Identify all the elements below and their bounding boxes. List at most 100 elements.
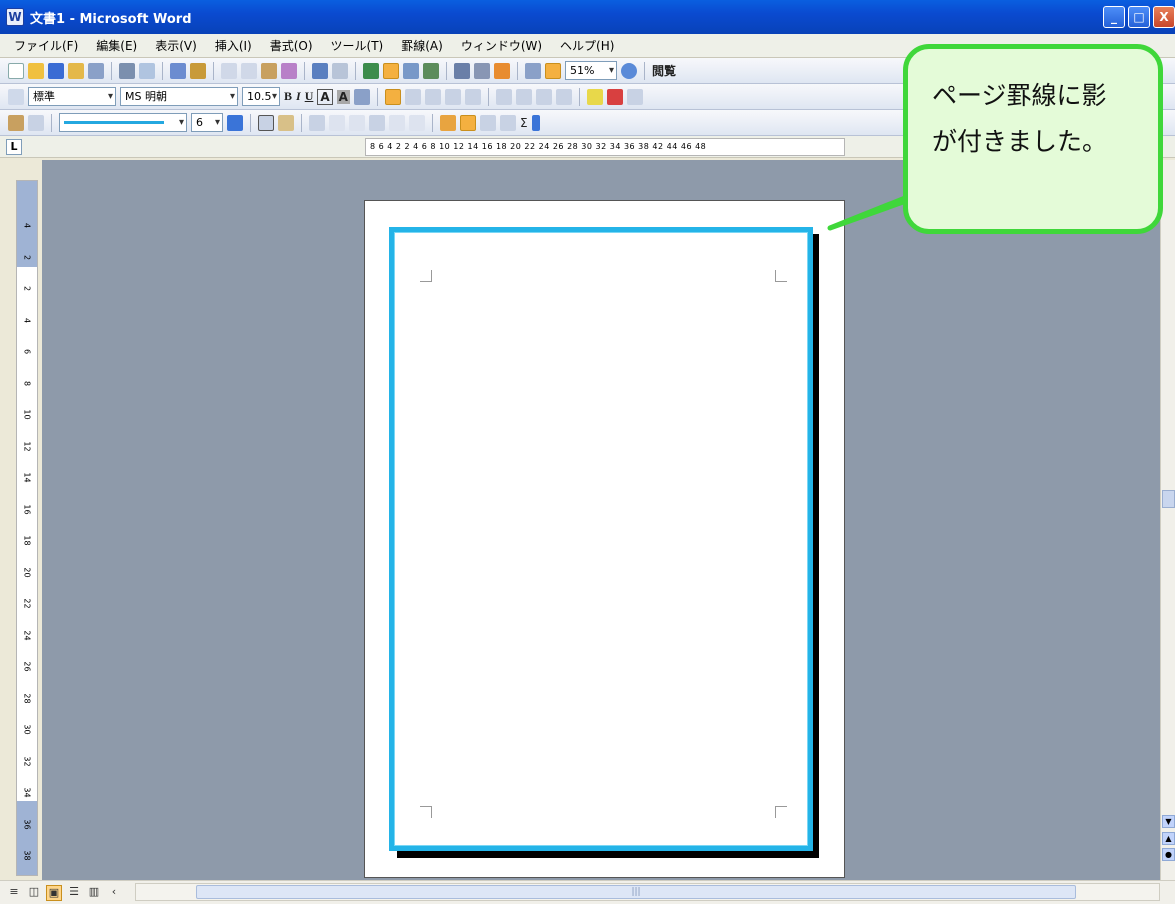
horizontal-ruler[interactable]: 8 6 4 2 2 4 6 8 10 12 14 16 18 20 22 24 … xyxy=(365,138,845,156)
border-color-icon[interactable] xyxy=(227,114,243,131)
save-icon[interactable] xyxy=(48,62,64,79)
eraser-icon[interactable] xyxy=(28,114,44,131)
line-weight-dropdown[interactable]: 6 xyxy=(191,113,223,132)
sort-ascending-icon[interactable] xyxy=(480,114,496,131)
spelling-icon[interactable] xyxy=(170,62,186,79)
web-layout-button[interactable]: ◫ xyxy=(26,885,42,901)
numbering-icon[interactable] xyxy=(495,88,512,105)
menu-table[interactable]: 罫線(A) xyxy=(401,37,443,54)
print-layout-button[interactable]: ▣ xyxy=(46,884,62,901)
new-document-icon[interactable] xyxy=(8,62,24,79)
show-formatting-icon[interactable] xyxy=(525,62,541,79)
research-icon[interactable] xyxy=(190,62,206,79)
italic-button[interactable]: I xyxy=(296,89,301,104)
style-dropdown[interactable]: 標準 xyxy=(28,87,116,106)
line-spacing-icon[interactable] xyxy=(464,88,481,105)
print-icon[interactable] xyxy=(119,62,135,79)
undo-icon[interactable] xyxy=(312,62,328,79)
scroll-down-arrow[interactable]: ▼ xyxy=(1162,815,1175,828)
vertical-scrollbar[interactable]: ▼ ▲ ● xyxy=(1160,160,1175,880)
menu-insert[interactable]: 挿入(I) xyxy=(215,37,252,54)
text-direction-icon[interactable] xyxy=(626,88,643,105)
underline-button[interactable]: U xyxy=(305,89,314,104)
tab-selector[interactable]: L xyxy=(6,139,22,155)
increase-indent-icon[interactable] xyxy=(555,88,572,105)
menu-tools[interactable]: ツール(T) xyxy=(331,37,384,54)
outside-border-icon[interactable] xyxy=(258,114,274,131)
menu-view[interactable]: 表示(V) xyxy=(155,37,197,54)
format-painter-icon[interactable] xyxy=(281,62,297,79)
menu-help[interactable]: ヘルプ(H) xyxy=(560,37,614,54)
styles-pane-icon[interactable] xyxy=(8,88,24,105)
maximize-button[interactable]: □ xyxy=(1128,6,1150,28)
table-autoformat-icon[interactable] xyxy=(440,114,456,131)
font-size-dropdown[interactable]: 10.5 xyxy=(242,87,280,106)
horizontal-scroll-thumb[interactable]: ||| xyxy=(196,885,1076,899)
permission-icon[interactable] xyxy=(68,62,84,79)
zoom-dropdown[interactable]: 51% xyxy=(565,61,617,80)
insert-table-tb-icon[interactable] xyxy=(309,114,325,131)
font-color-icon[interactable] xyxy=(606,88,623,105)
font-dropdown[interactable]: MS 明朝 xyxy=(120,87,238,106)
toolbar-separator xyxy=(578,87,580,106)
insert-excel-icon[interactable] xyxy=(423,62,439,79)
draw-table-icon[interactable] xyxy=(8,114,24,131)
highlight-icon[interactable] xyxy=(586,88,603,105)
split-cells-icon[interactable] xyxy=(349,114,365,131)
minimize-button[interactable]: _ xyxy=(1103,6,1125,28)
decrease-indent-icon[interactable] xyxy=(535,88,552,105)
reading-layout-button[interactable]: 閲覧 xyxy=(652,62,676,79)
select-browse-object-button[interactable]: ● xyxy=(1162,848,1175,861)
character-shading-button[interactable]: A xyxy=(336,89,350,104)
tables-borders-icon[interactable] xyxy=(383,62,399,79)
shading-color-icon[interactable] xyxy=(278,114,294,131)
close-button[interactable]: X xyxy=(1153,6,1175,28)
show-gridlines-icon[interactable] xyxy=(460,114,476,131)
distributed-icon[interactable] xyxy=(444,88,461,105)
toolbar-options-icon[interactable] xyxy=(531,114,540,131)
insert-table-icon[interactable] xyxy=(403,62,419,79)
columns-icon[interactable] xyxy=(454,62,470,79)
line-style-dropdown[interactable] xyxy=(59,113,187,132)
distribute-columns-icon[interactable] xyxy=(409,114,425,131)
bullets-icon[interactable] xyxy=(515,88,532,105)
paste-icon[interactable] xyxy=(261,62,277,79)
align-right-icon[interactable] xyxy=(424,88,441,105)
align-cell-icon[interactable] xyxy=(369,114,385,131)
email-icon[interactable] xyxy=(88,62,104,79)
print-preview-icon[interactable] xyxy=(139,62,155,79)
cut-icon[interactable] xyxy=(221,62,237,79)
reading-layout-view-button[interactable]: ▥ xyxy=(86,885,102,901)
paragraph-marks-icon[interactable] xyxy=(545,62,561,79)
bold-button[interactable]: B xyxy=(284,89,292,104)
open-folder-icon[interactable] xyxy=(28,62,44,79)
menu-format[interactable]: 書式(O) xyxy=(270,37,313,54)
hyperlink-icon[interactable] xyxy=(363,62,379,79)
drawing-icon[interactable] xyxy=(474,62,490,79)
copy-icon[interactable] xyxy=(241,62,257,79)
vertical-ruler-tick: 20 xyxy=(22,566,32,578)
outline-view-button[interactable]: ☰ xyxy=(66,885,82,901)
document-map-icon[interactable] xyxy=(494,62,510,79)
autosum-button[interactable]: Σ xyxy=(520,116,528,130)
vertical-scroll-thumb[interactable] xyxy=(1162,490,1175,508)
character-border-button[interactable]: A xyxy=(317,88,333,105)
align-center-icon[interactable] xyxy=(404,88,421,105)
help-icon[interactable] xyxy=(621,62,637,79)
scroll-left-arrow[interactable]: ‹ xyxy=(106,885,122,901)
merge-cells-icon[interactable] xyxy=(329,114,345,131)
menu-window[interactable]: ウィンドウ(W) xyxy=(461,37,542,54)
previous-page-button[interactable]: ▲ xyxy=(1162,832,1175,845)
redo-icon[interactable] xyxy=(332,62,348,79)
horizontal-scrollbar[interactable]: ||| xyxy=(135,883,1160,901)
distribute-rows-icon[interactable] xyxy=(389,114,405,131)
word-app-icon[interactable]: W xyxy=(6,8,24,26)
vertical-ruler[interactable]: 42246810121416182022242628303234363840 xyxy=(16,180,38,892)
menu-edit[interactable]: 編集(E) xyxy=(96,37,137,54)
normal-view-button[interactable]: ≡ xyxy=(6,885,22,901)
align-justify-icon[interactable] xyxy=(384,88,401,105)
menu-file[interactable]: ファイル(F) xyxy=(14,37,78,54)
sort-descending-icon[interactable] xyxy=(500,114,516,131)
title-bar[interactable]: W 文書1 - Microsoft Word _ □ X xyxy=(0,0,1175,34)
phonetic-guide-icon[interactable] xyxy=(353,88,370,105)
